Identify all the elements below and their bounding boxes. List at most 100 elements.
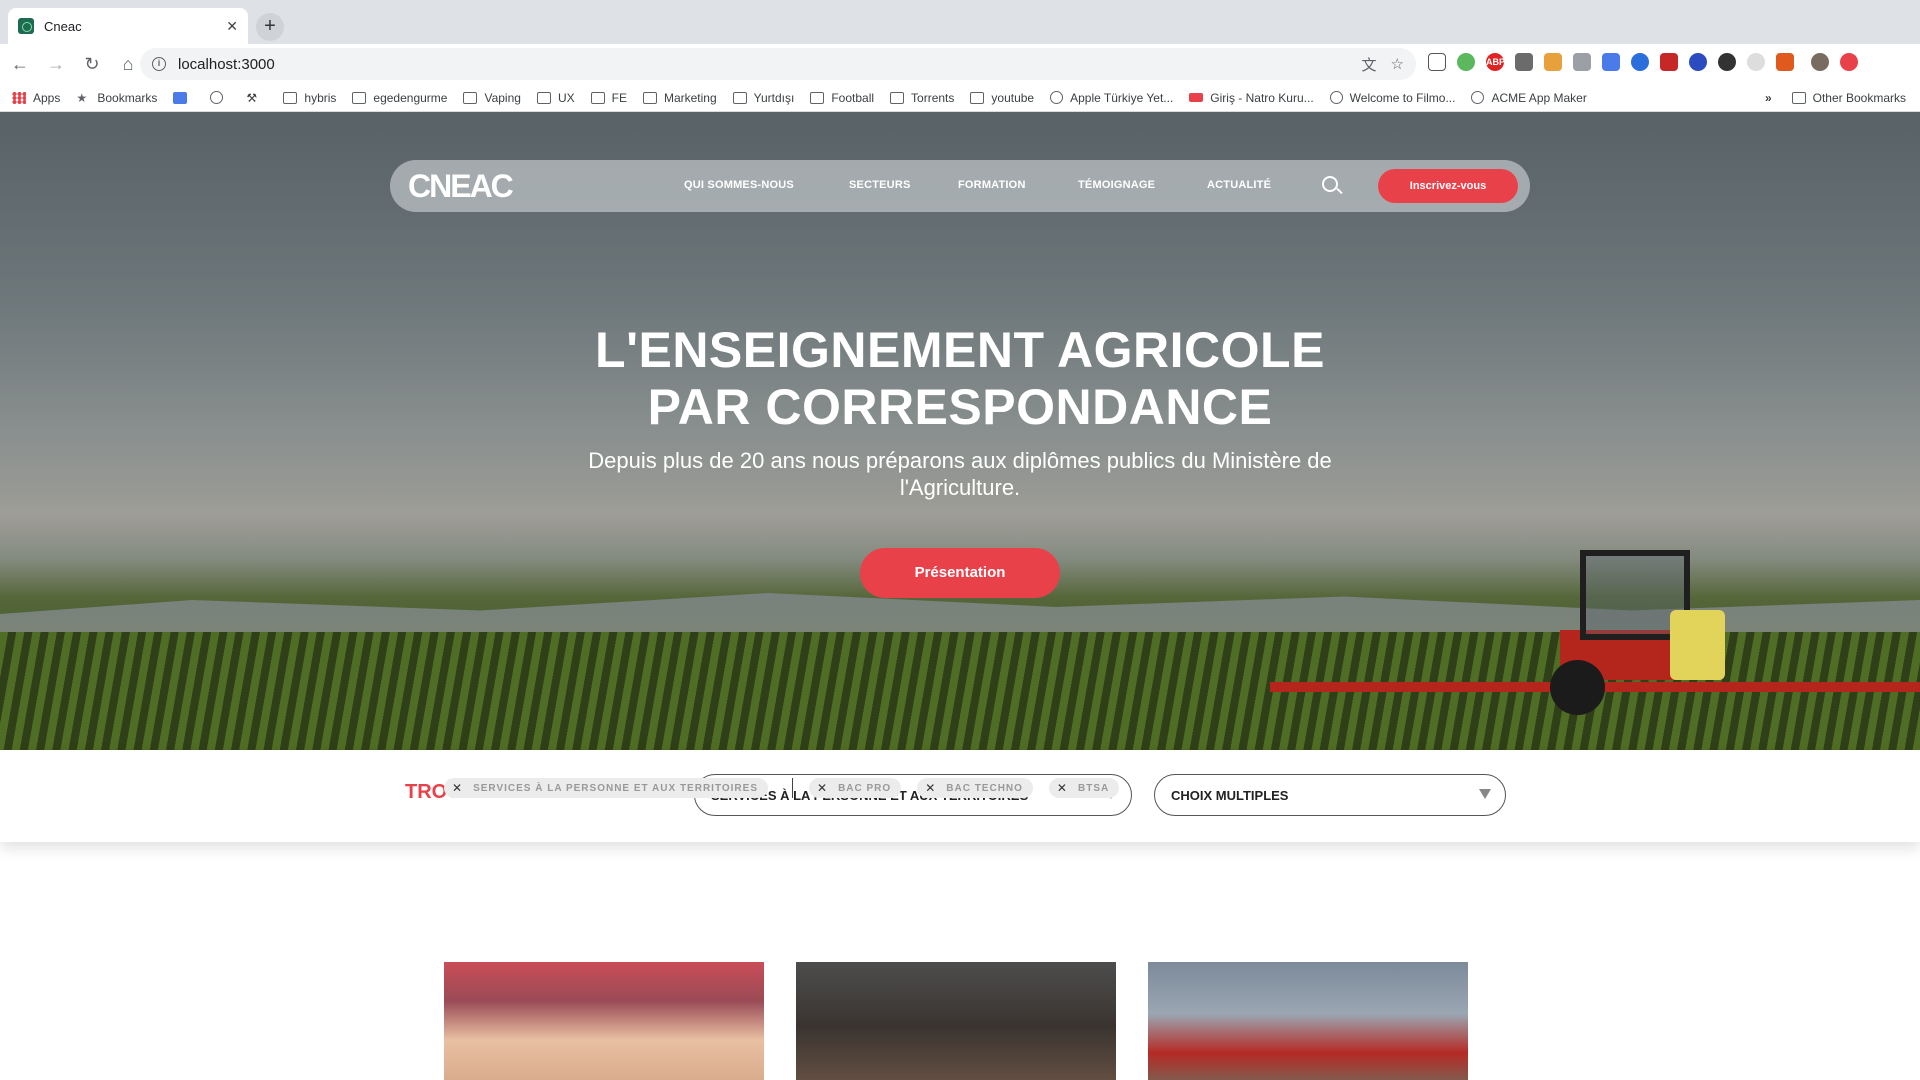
tools-icon: ⚒ <box>246 90 258 105</box>
address-bar[interactable]: i localhost:3000 文 ☆ <box>140 48 1416 80</box>
remove-filter-icon[interactable]: ✕ <box>452 781 463 795</box>
folder-icon <box>732 91 747 104</box>
close-tab-icon[interactable]: ✕ <box>226 18 238 35</box>
bookmark-item[interactable]: Yurtdışı <box>732 90 795 105</box>
signup-button[interactable]: Inscrivez-vous <box>1378 169 1518 203</box>
update-alert-icon[interactable] <box>1840 53 1858 71</box>
bookmark-label: Yurtdışı <box>753 90 795 105</box>
filter-chip-label: BAC PRO <box>838 782 892 794</box>
search-icon[interactable] <box>1322 176 1338 192</box>
adblock-extension-icon[interactable]: ABP <box>1486 53 1505 71</box>
bookmark-label: ACME App Maker <box>1491 90 1587 105</box>
bookmark-item[interactable]: ★ Bookmarks <box>76 91 157 105</box>
bookmark-item[interactable]: Torrents <box>890 91 954 105</box>
bookmark-star-icon[interactable]: ☆ <box>1391 55 1404 73</box>
formation-card-image[interactable] <box>1148 962 1468 1080</box>
bookmark-item[interactable] <box>173 91 194 104</box>
presentation-button[interactable]: Présentation <box>860 548 1060 598</box>
red-extension-icon[interactable] <box>1660 53 1678 71</box>
bookmark-item[interactable]: hybris <box>283 91 336 105</box>
bookmark-item[interactable]: Apple Türkiye Yet... <box>1050 91 1173 105</box>
filter-chip-bac-techno[interactable]: ✕ BAC TECHNO <box>917 778 1033 798</box>
address-url[interactable]: localhost:3000 <box>178 56 1348 73</box>
hero-section: CNEAC QUI SOMMES-NOUS SECTEURS FORMATION… <box>0 112 1920 750</box>
bookmark-label: Marketing <box>663 90 717 105</box>
nav-link-formation[interactable]: FORMATION <box>958 179 1026 191</box>
bookmark-item[interactable]: youtube <box>970 91 1034 105</box>
back-arrow-icon[interactable]: ← <box>4 48 36 80</box>
nav-link-qui-sommes-nous[interactable]: QUI SOMMES-NOUS <box>684 179 794 191</box>
bookmark-item[interactable]: ACME App Maker <box>1471 90 1587 105</box>
cneac-logo[interactable]: CNEAC <box>408 168 514 205</box>
camera-extension-icon[interactable] <box>1573 53 1591 71</box>
bookmark-label: UX <box>557 90 575 105</box>
remove-filter-icon[interactable]: ✕ <box>817 781 828 795</box>
forward-arrow-icon[interactable]: → <box>40 48 72 80</box>
bookmark-item[interactable]: FE <box>590 91 627 105</box>
bookmark-label: Apple Türkiye Yet... <box>1070 90 1174 105</box>
new-tab-button[interactable]: + <box>256 13 284 41</box>
star-icon: ★ <box>76 90 88 105</box>
hero-title-line-1: L'ENSEIGNEMENT AGRICOLE <box>595 322 1325 378</box>
folder-icon <box>890 91 905 104</box>
reload-icon[interactable]: ↻ <box>76 48 108 80</box>
hero-subtitle: Depuis plus de 20 ans nous préparons aux… <box>588 448 1332 500</box>
other-bookmarks-folder[interactable]: Other Bookmarks <box>1813 91 1906 105</box>
folder-icon <box>590 91 605 104</box>
level-select-value: CHOIX MULTIPLES <box>1171 787 1289 803</box>
bookmark-item[interactable]: Vaping <box>463 91 521 105</box>
browser-tabstrip: Cneac ✕ + <box>0 0 1920 44</box>
mail-icon <box>1189 93 1204 102</box>
bookmark-item[interactable]: Marketing <box>642 90 717 105</box>
filter-chip-btsa[interactable]: ✕ BTSA <box>1048 778 1120 798</box>
bookmark-item[interactable]: Football <box>810 91 874 105</box>
site-navbar: CNEAC QUI SOMMES-NOUS SECTEURS FORMATION… <box>390 160 1530 212</box>
bookmarks-right: » Other Bookmarks <box>1765 84 1906 112</box>
filter-chip-sector[interactable]: ✕ SERVICES À LA PERSONNE ET AUX TERRITOI… <box>444 778 768 798</box>
bookmark-item[interactable]: UX <box>536 90 575 105</box>
bookmark-item[interactable]: egedengurme <box>352 91 447 105</box>
bookmarks-overflow-button[interactable]: » <box>1765 91 1772 105</box>
folder-icon <box>536 91 551 104</box>
dark-circle-extension-icon[interactable] <box>1718 53 1736 71</box>
level-select[interactable]: CHOIX MULTIPLES <box>1154 774 1506 816</box>
remove-filter-icon[interactable]: ✕ <box>1057 781 1068 795</box>
screenshot-extension-icon[interactable] <box>1428 53 1446 71</box>
translate-extension-icon[interactable] <box>1602 53 1620 71</box>
bookmark-item[interactable]: ⚒ <box>246 92 267 104</box>
filter-chip-bac-pro[interactable]: ✕ BAC PRO <box>809 778 902 798</box>
bookmark-item[interactable]: Apps <box>12 91 60 105</box>
remove-filter-icon[interactable]: ✕ <box>925 781 936 795</box>
blue-circle-extension-icon[interactable] <box>1689 53 1707 71</box>
bookmark-item[interactable]: Welcome to Filmo... <box>1329 90 1456 105</box>
nav-link-secteurs[interactable]: SECTEURS <box>849 179 911 191</box>
globe-icon <box>1050 91 1064 104</box>
orange-extension-icon[interactable] <box>1776 53 1794 71</box>
hero-title-line-2: PAR CORRESPONDANCE <box>647 379 1273 435</box>
green-extension-icon[interactable] <box>1457 53 1475 71</box>
eyedropper-extension-icon[interactable] <box>1515 53 1533 71</box>
browser-tab[interactable]: Cneac ✕ <box>8 8 248 44</box>
browser-toolbar: ← → ↻ ⌂ i localhost:3000 文 ☆ ABP <box>0 44 1920 84</box>
checkmark-extension-icon[interactable] <box>1631 53 1649 71</box>
site-info-icon[interactable]: i <box>152 57 166 71</box>
folder-icon <box>463 91 478 104</box>
folder-icon <box>970 91 985 104</box>
bookmark-label: youtube <box>991 90 1035 105</box>
bookmark-label: Giriş - Natro Kuru... <box>1210 90 1314 105</box>
profile-avatar-icon[interactable] <box>1811 53 1829 71</box>
page-viewport: CNEAC QUI SOMMES-NOUS SECTEURS FORMATION… <box>0 112 1920 1080</box>
translate-icon[interactable]: 文 <box>1362 54 1377 75</box>
formation-card-image[interactable] <box>796 962 1116 1080</box>
formation-card-image[interactable] <box>444 962 764 1080</box>
bookmark-item[interactable]: Giriş - Natro Kuru... <box>1189 90 1314 105</box>
loading-extension-icon[interactable] <box>1747 53 1765 71</box>
globe-icon <box>1471 91 1485 104</box>
extensions-row: ABP <box>1428 53 1858 71</box>
wallet-extension-icon[interactable] <box>1544 53 1562 71</box>
bookmark-label: Welcome to Filmo... <box>1349 90 1456 105</box>
nav-link-temoignage[interactable]: TÉMOIGNAGE <box>1078 179 1155 191</box>
nav-link-actualite[interactable]: ACTUALITÉ <box>1207 179 1271 191</box>
bookmark-label: egedengurme <box>373 90 448 105</box>
bookmark-item[interactable] <box>210 91 230 104</box>
